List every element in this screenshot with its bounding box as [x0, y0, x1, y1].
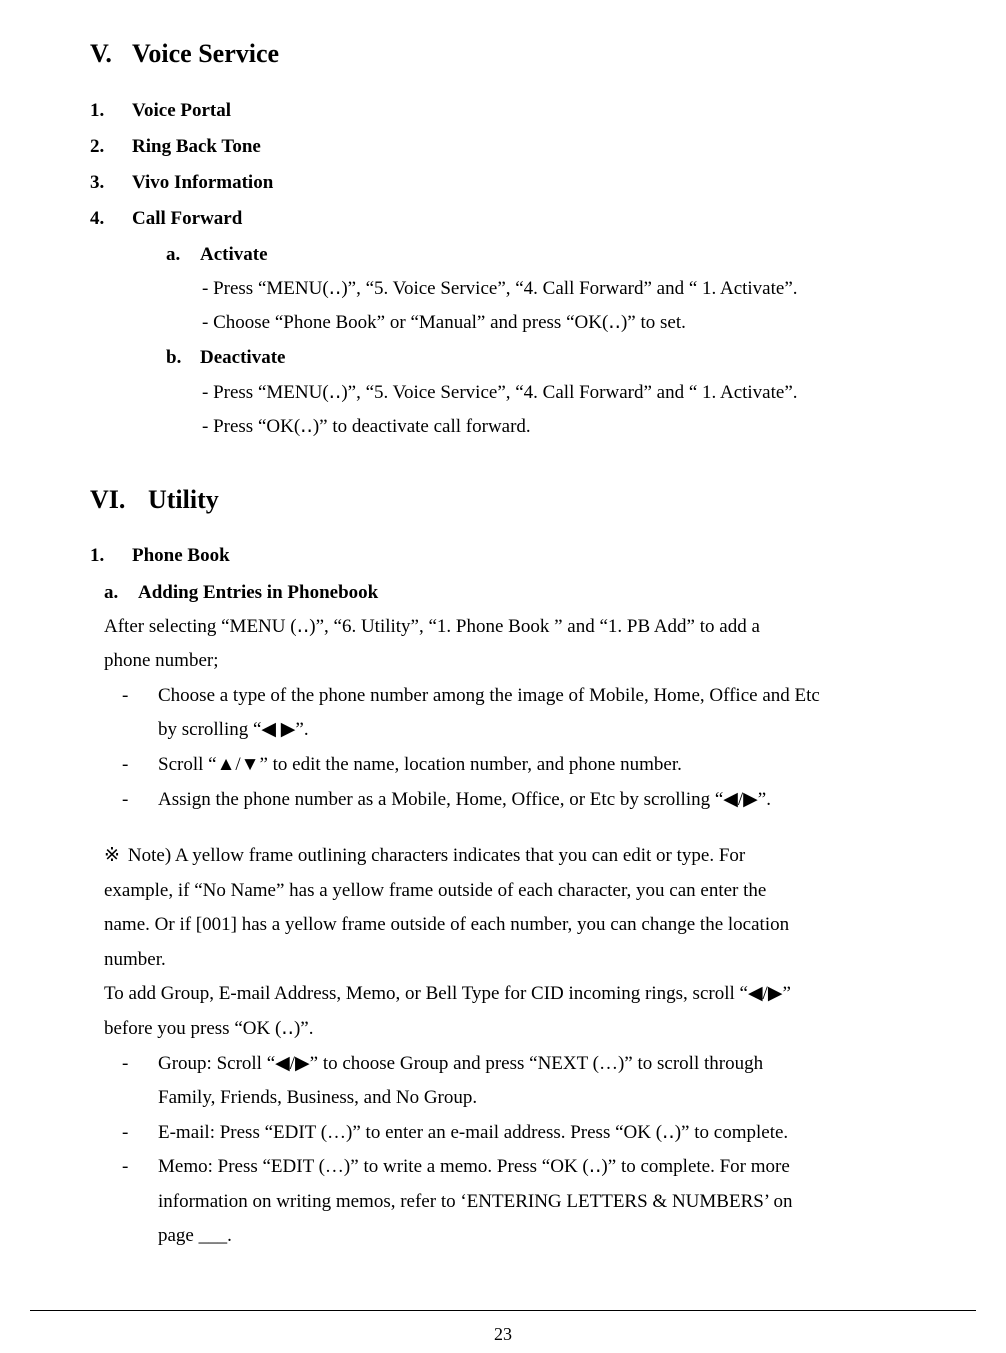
list-item-label: Phone Book [132, 545, 230, 567]
list-item: 4. Call Forward [90, 201, 944, 237]
section-vi-title: Utility [148, 484, 219, 514]
deactivate-line-1: - Press “MENU(‥)”, “5. Voice Service”, “… [202, 381, 798, 403]
deactivate-line-2: - Press “OK(‥)” to deactivate call forwa… [202, 415, 531, 437]
bullet-row: - Memo: Press “EDIT (…)” to write a memo… [122, 1150, 944, 1254]
list-item-label: Ring Back Tone [132, 135, 261, 157]
list-item: 1. Voice Portal [90, 93, 944, 129]
list-item-number: 4. [90, 207, 105, 229]
list-item-label: Call Forward [132, 207, 243, 229]
activate-line-2: - Choose “Phone Book” or “Manual” and pr… [202, 312, 686, 334]
bullet-line-1: Assign the phone number as a Mobile, Hom… [158, 788, 771, 810]
list-item-number: 1. [90, 545, 105, 567]
dash-bullet: - [122, 1052, 129, 1074]
bullet-line-1: E-mail: Press “EDIT (…)” to enter an e-m… [158, 1121, 789, 1143]
bullet-text: Choose a type of the phone number among … [158, 679, 944, 748]
add-group-line-2: before you press “OK (‥)”. [104, 1018, 314, 1039]
dash-bullet: - [122, 684, 129, 706]
list-item-phone-book: 1. Phone Book [90, 538, 944, 574]
dash-bullet: - [122, 1156, 129, 1178]
sub-item-label: Deactivate [200, 347, 286, 369]
sub-item-deactivate: b. Deactivate [166, 340, 944, 375]
sub-item-label: Adding Entries in Phonebook [138, 581, 379, 603]
note-mark-icon: ※ [104, 845, 120, 867]
footer-divider [30, 1310, 976, 1311]
bullet-row: - Assign the phone number as a Mobile, H… [122, 783, 944, 818]
section-v-number: V. [90, 39, 112, 68]
bullet-row: - Group: Scroll “◀/▶” to choose Group an… [122, 1047, 944, 1116]
list-item-number: 2. [90, 135, 105, 157]
note-line-4: number. [104, 948, 166, 970]
sub-item-letter: b. [166, 347, 182, 369]
bullet-line-2: information on writing memos, refer to ‘… [158, 1190, 793, 1212]
note-line-3: name. Or if [001] has a yellow frame out… [104, 914, 790, 936]
bullet-line-3: page ___. [158, 1225, 232, 1247]
bullet-line-1: Memo: Press “EDIT (…)” to write a memo. … [158, 1156, 790, 1178]
add-group-line-1: To add Group, E-mail Address, Memo, or B… [104, 983, 791, 1005]
sub-item-adding-entries: a. Adding Entries in Phonebook [104, 575, 944, 610]
bullet-line-1: Group: Scroll “◀/▶” to choose Group and … [158, 1052, 764, 1074]
list-item-number: 3. [90, 171, 105, 193]
dash-bullet: - [122, 1121, 129, 1143]
bullet-line-1: Choose a type of the phone number among … [158, 684, 820, 706]
note-line-1: Note) A yellow frame outlining character… [127, 845, 746, 867]
list-item: 3. Vivo Information [90, 165, 944, 201]
sub-item-label: Activate [200, 243, 268, 265]
sub-item-activate: a. Activate [166, 237, 944, 272]
section-v-heading: V. Voice Service [90, 38, 944, 71]
list-item-label: Voice Portal [132, 99, 232, 121]
list-item-number: 1. [90, 99, 105, 121]
bullet-row: - E-mail: Press “EDIT (…)” to enter an e… [122, 1116, 944, 1151]
bullet-row: - Choose a type of the phone number amon… [122, 679, 944, 748]
intro-line-1: After selecting “MENU (‥)”, “6. Utility”… [104, 615, 760, 637]
bullet-text: Group: Scroll “◀/▶” to choose Group and … [158, 1047, 944, 1116]
section-v-title: Voice Service [132, 39, 280, 68]
bullet-line-1: Scroll “▲/▼” to edit the name, location … [158, 753, 682, 775]
bullet-line-2: Family, Friends, Business, and No Group. [158, 1087, 478, 1109]
bullet-row: - Scroll “▲/▼” to edit the name, locatio… [122, 748, 944, 783]
section-vi-number: VI. [90, 484, 126, 514]
dash-bullet: - [122, 788, 129, 810]
bullet-text: Memo: Press “EDIT (…)” to write a memo. … [158, 1150, 944, 1254]
note-block: ※ Note) A yellow frame outlining characte… [104, 839, 944, 874]
list-item-label: Vivo Information [132, 171, 274, 193]
document-page: V. Voice Service 1. Voice Portal 2. Ring… [0, 0, 1006, 1353]
page-number: 23 [494, 1324, 512, 1344]
note-line-2: example, if “No Name” has a yellow frame… [104, 879, 767, 901]
sub-item-letter: a. [104, 581, 119, 603]
section-vi-heading: VI. Utility [90, 484, 944, 517]
list-item: 2. Ring Back Tone [90, 129, 944, 165]
dash-bullet: - [122, 753, 129, 775]
activate-line-1: - Press “MENU(‥)”, “5. Voice Service”, “… [202, 278, 798, 300]
bullet-line-2: by scrolling “◀ ▶”. [158, 719, 309, 741]
intro-line-2: phone number; [104, 650, 219, 672]
sub-item-letter: a. [166, 243, 181, 265]
